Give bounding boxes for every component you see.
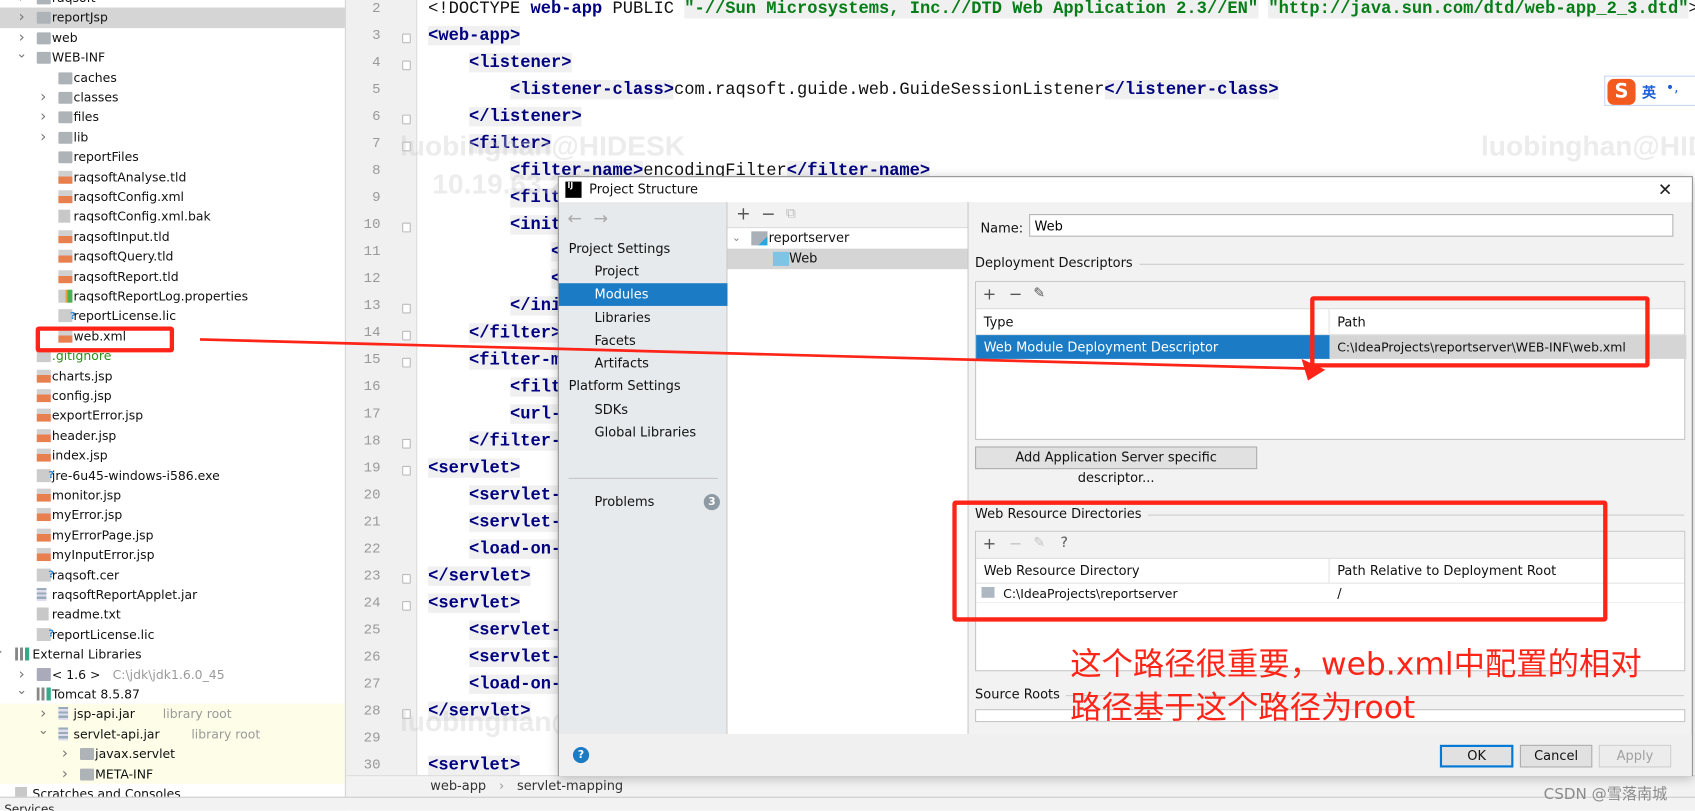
- csdn-watermark: CSDN @雪落南城: [1543, 785, 1668, 804]
- annotation-line-1: 这个路径很重要，web.xml中配置的相对: [1070, 645, 1642, 683]
- section-title: Source Roots: [975, 686, 1067, 702]
- section-title: Web Resource Directories: [975, 505, 1149, 522]
- arrow-head: [1301, 358, 1326, 381]
- arrow-line: [199, 338, 1311, 370]
- screen: ›raqsoft›reportJsp›web⌄WEB-INFcaches›cla…: [0, 0, 1695, 811]
- section-title: Deployment Descriptors: [975, 255, 1140, 271]
- annotation-line-2: 路径基于这个路径为root: [1070, 688, 1416, 726]
- annotation-text: 这个路径很重要，web.xml中配置的相对 路径基于这个路径为root: [1070, 642, 1641, 728]
